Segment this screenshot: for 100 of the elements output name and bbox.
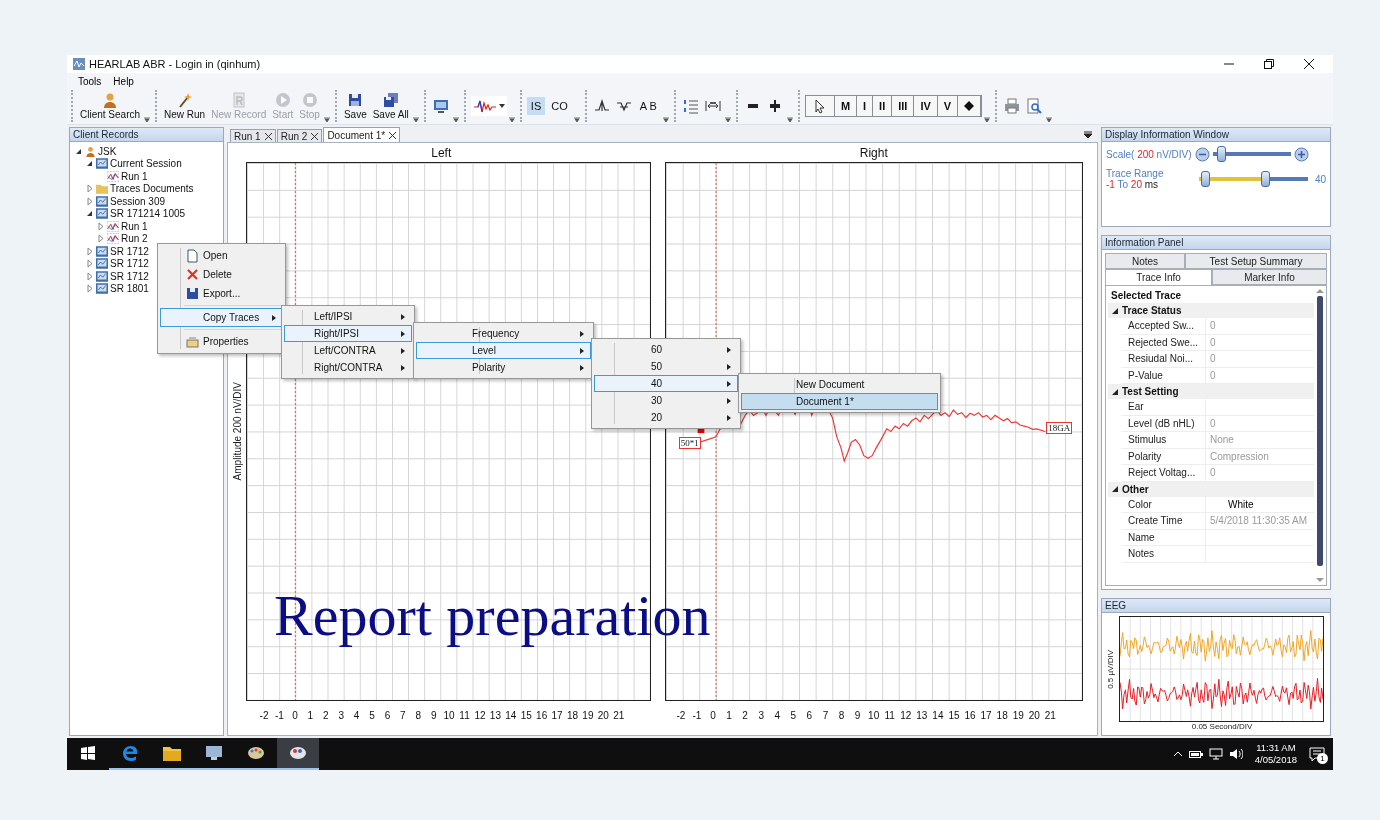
menu-item[interactable]: Document 1* bbox=[741, 393, 938, 410]
menu-item[interactable]: 50 bbox=[594, 358, 738, 375]
expand-arrow-icon[interactable] bbox=[85, 259, 94, 269]
customize-caret-icon[interactable] bbox=[323, 117, 330, 122]
menu-item[interactable]: Right/CONTRA bbox=[284, 359, 412, 376]
marker-toggle[interactable]: V bbox=[937, 96, 959, 116]
menu-item[interactable]: Delete bbox=[160, 265, 283, 284]
panel-tab[interactable]: Notes bbox=[1105, 253, 1185, 269]
property-value: 0 bbox=[1209, 353, 1216, 365]
customize-caret-icon[interactable] bbox=[144, 117, 151, 122]
panel-tab[interactable]: Trace Info bbox=[1105, 269, 1212, 285]
menu-item[interactable]: 60 bbox=[594, 341, 738, 358]
cursor-button[interactable] bbox=[805, 96, 835, 116]
menu-item[interactable]: Polarity bbox=[416, 359, 591, 376]
mode-toggle[interactable]: IS bbox=[526, 97, 546, 115]
property-value[interactable]: White bbox=[1206, 498, 1254, 510]
customize-caret-icon[interactable] bbox=[1046, 117, 1053, 122]
menu-item[interactable]: 20 bbox=[594, 409, 738, 426]
menu-item[interactable]: New Document bbox=[741, 376, 938, 393]
tree-item[interactable]: Run 2 bbox=[121, 233, 148, 245]
tree-item[interactable]: Run 1 bbox=[121, 170, 148, 182]
session-icon bbox=[96, 270, 108, 282]
marker-toggle[interactable]: III bbox=[892, 96, 915, 116]
diamond-button[interactable] bbox=[958, 96, 982, 116]
tick-label: 3 bbox=[757, 710, 765, 721]
save-button[interactable]: Save bbox=[341, 92, 369, 120]
new-run-button[interactable]: New Run bbox=[162, 92, 208, 120]
tree-item[interactable]: SR 1712 bbox=[110, 245, 149, 257]
peak-icon bbox=[593, 98, 610, 114]
customize-caret-icon[interactable] bbox=[984, 117, 991, 122]
customize-caret-icon[interactable] bbox=[786, 117, 793, 122]
customize-caret-icon[interactable] bbox=[573, 117, 580, 122]
property-value: None bbox=[1209, 434, 1234, 446]
expand-arrow-icon[interactable] bbox=[96, 234, 105, 244]
customize-caret-icon[interactable] bbox=[508, 117, 515, 122]
collapse-arrow-icon[interactable] bbox=[1112, 486, 1118, 492]
collapse-arrow-icon[interactable] bbox=[85, 159, 94, 169]
submenu-arrow-icon bbox=[727, 397, 731, 404]
slider-thumb[interactable] bbox=[1260, 171, 1270, 187]
marker-toggle[interactable]: I bbox=[857, 96, 874, 116]
marker-toggle[interactable]: IV bbox=[914, 96, 938, 116]
menu-item[interactable]: Frequency bbox=[416, 325, 591, 342]
expand-arrow-icon[interactable] bbox=[85, 184, 94, 194]
panel-tab[interactable]: Test Setup Summary bbox=[1185, 253, 1327, 269]
customize-caret-icon[interactable] bbox=[724, 117, 731, 122]
menu-item[interactable]: Level bbox=[416, 342, 591, 359]
customize-caret-icon[interactable] bbox=[412, 117, 419, 122]
tick-label: 18 bbox=[565, 710, 580, 721]
tree-item[interactable]: SR 1801 bbox=[110, 283, 149, 295]
panel-tab[interactable]: Marker Info bbox=[1212, 269, 1327, 285]
slider-thumb[interactable] bbox=[1216, 146, 1226, 162]
menu-item[interactable]: Left/IPSI bbox=[284, 308, 412, 325]
scrollbar[interactable] bbox=[1314, 286, 1326, 585]
menu-item[interactable]: Open bbox=[160, 246, 283, 265]
menu-item[interactable]: Help bbox=[108, 75, 139, 87]
tree-item[interactable]: SR 1712 bbox=[110, 258, 149, 270]
menu-item[interactable]: 40 bbox=[594, 375, 738, 392]
client-search-button[interactable]: Client Search bbox=[78, 92, 143, 120]
document-tab[interactable]: Document 1* bbox=[323, 127, 401, 142]
mode-toggle[interactable]: A B bbox=[635, 97, 661, 115]
tree-item[interactable]: Session 309 bbox=[110, 195, 166, 207]
clock-time[interactable]: 11:31 AM bbox=[1256, 742, 1296, 754]
tree-item[interactable]: SR 1712 bbox=[110, 270, 149, 282]
marker-toggle[interactable]: II bbox=[873, 96, 893, 116]
taskbar-app[interactable] bbox=[277, 738, 319, 770]
marker-toggle[interactable]: M bbox=[834, 96, 858, 116]
axis-label: 0.5 µV/DIV bbox=[1106, 649, 1115, 689]
tree-item[interactable]: Traces Documents bbox=[110, 183, 194, 195]
menu-item[interactable]: Left/CONTRA bbox=[284, 342, 412, 359]
customize-caret-icon[interactable] bbox=[452, 117, 459, 122]
expand-arrow-icon[interactable] bbox=[85, 246, 94, 256]
menu-item[interactable]: Right/IPSI bbox=[284, 325, 412, 342]
menu-item[interactable]: Export... bbox=[160, 284, 283, 303]
waveform-icon bbox=[472, 98, 497, 114]
document-tab[interactable]: Run 1 bbox=[230, 129, 276, 142]
waveform-dropdown[interactable] bbox=[470, 96, 507, 116]
save-all-button[interactable]: Save All bbox=[370, 92, 411, 120]
mode-toggle[interactable]: CO bbox=[547, 97, 572, 115]
expand-arrow-icon[interactable] bbox=[85, 271, 94, 281]
zoom-in-icon[interactable] bbox=[1293, 146, 1309, 162]
slider-thumb[interactable] bbox=[1201, 171, 1210, 187]
menu-item[interactable]: Tools bbox=[73, 75, 107, 87]
tree-item[interactable]: JSK bbox=[98, 145, 117, 157]
trace-label[interactable]: 18GA bbox=[1046, 421, 1073, 434]
collapse-arrow-icon[interactable] bbox=[85, 209, 94, 219]
menu-item[interactable]: Properties bbox=[160, 332, 283, 351]
menu-item[interactable]: Copy Traces bbox=[160, 308, 283, 327]
menu-item[interactable]: 30 bbox=[594, 392, 738, 409]
tree-item[interactable]: Run 1 bbox=[121, 220, 148, 232]
document-tab[interactable]: Run 2 bbox=[276, 129, 323, 142]
notification-button[interactable]: 1 bbox=[1309, 747, 1325, 761]
trace-label[interactable]: 50*1 bbox=[678, 436, 701, 449]
expand-arrow-icon[interactable] bbox=[85, 284, 94, 294]
tree-item[interactable]: SR 171214 1005 bbox=[110, 208, 186, 220]
clock-date[interactable]: 4/05/2018 bbox=[1254, 754, 1297, 766]
tree-item[interactable]: Current Session bbox=[110, 158, 182, 170]
customize-caret-icon[interactable] bbox=[662, 117, 669, 122]
zoom-out-icon[interactable] bbox=[1194, 146, 1210, 162]
collapse-arrow-icon[interactable] bbox=[1112, 307, 1118, 314]
collapse-arrow-icon[interactable] bbox=[1112, 388, 1118, 395]
